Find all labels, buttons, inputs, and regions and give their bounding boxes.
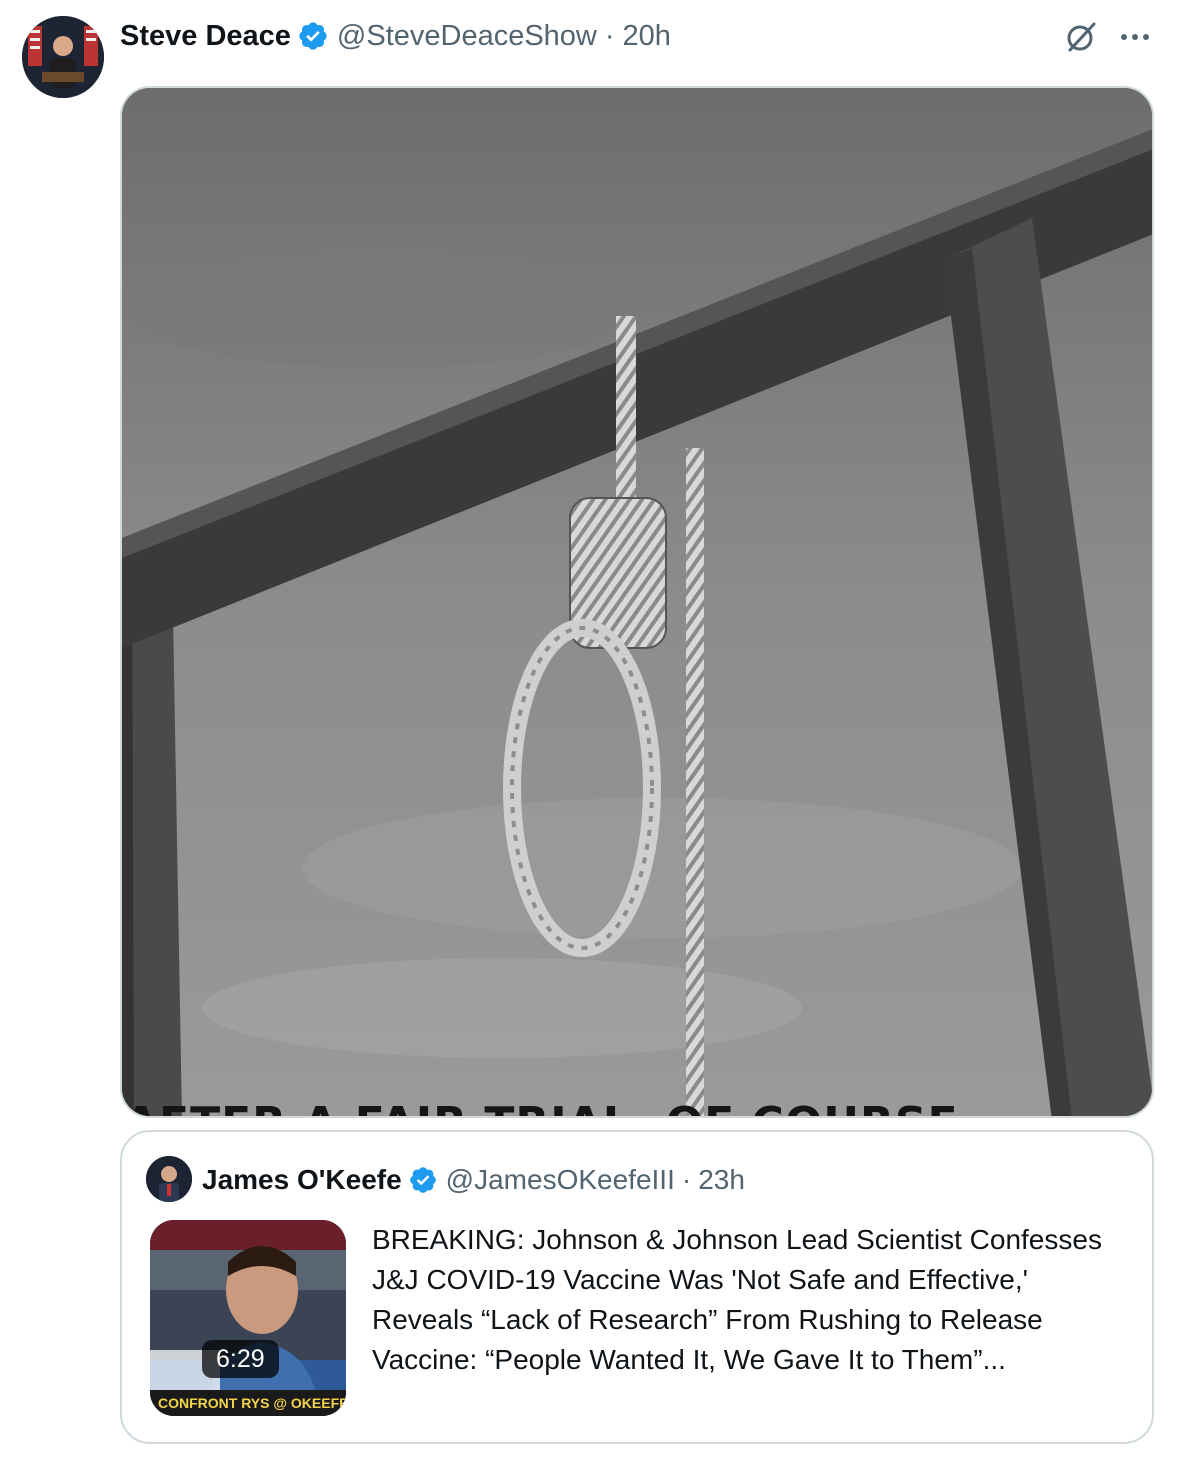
author-handle[interactable]: @SteveDeaceShow <box>337 20 597 53</box>
more-options-icon[interactable] <box>1112 18 1158 56</box>
video-duration: 6:29 <box>202 1340 279 1378</box>
verified-badge-icon[interactable] <box>408 1165 438 1195</box>
grok-icon[interactable] <box>1062 18 1100 56</box>
author-avatar[interactable] <box>22 16 104 98</box>
tweet-header: Steve Deace @SteveDeaceShow · 20h <box>120 14 671 58</box>
quoted-tweet-card[interactable]: James O'Keefe @JamesOKeefeIII · 23h 6:29… <box>120 1130 1154 1444</box>
image-caption: AFTER A FAIR TRIAL, OF COURSE <box>124 1100 1152 1117</box>
author-name[interactable]: Steve Deace <box>120 20 291 53</box>
tweet-image[interactable]: AFTER A FAIR TRIAL, OF COURSE <box>120 86 1154 1118</box>
separator-dot: · <box>681 1164 692 1195</box>
quoted-tweet-header: James O'Keefe @JamesOKeefeIII · 23h <box>202 1160 745 1200</box>
tweet-timestamp[interactable]: 20h <box>623 20 671 53</box>
verified-badge-icon[interactable] <box>297 20 329 52</box>
quoted-author-name[interactable]: James O'Keefe <box>202 1164 402 1196</box>
quoted-author-handle[interactable]: @JamesOKeefeIII <box>446 1164 675 1196</box>
quoted-tweet-timestamp[interactable]: 23h <box>698 1164 745 1196</box>
video-thumbnail[interactable]: 6:29 CONFRONT RYS @ OKEEFEMEDIA <box>150 1220 346 1416</box>
quoted-tweet-text[interactable]: BREAKING: Johnson & Johnson Lead Scienti… <box>372 1220 1132 1380</box>
separator-dot: · <box>604 19 615 52</box>
quoted-author-avatar[interactable] <box>146 1156 192 1202</box>
video-banner-text: CONFRONT RYS @ OKEEFEMEDIA <box>150 1390 346 1416</box>
